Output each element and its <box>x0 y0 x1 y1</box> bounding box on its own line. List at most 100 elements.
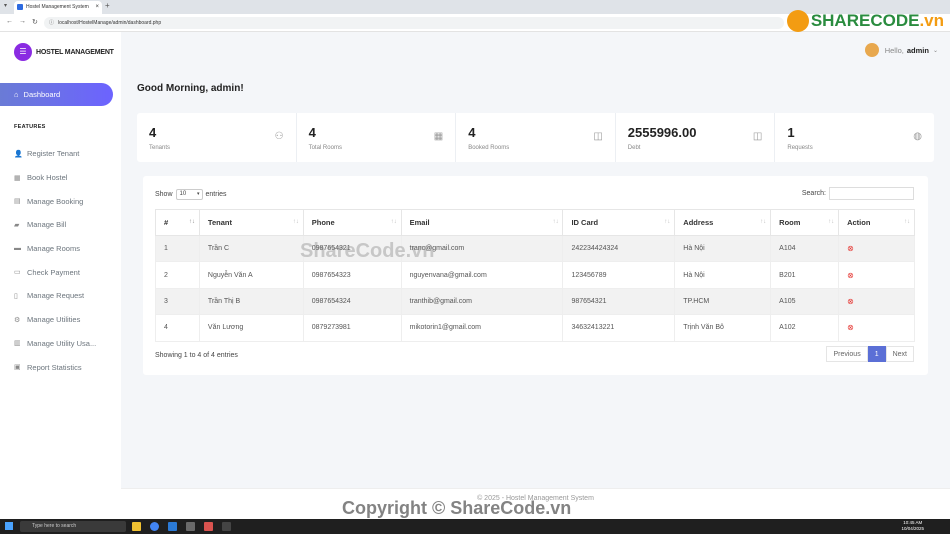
sharecode-logo-text: SHARECODE.vn <box>811 11 944 31</box>
sidebar-item-label: Manage Utility Usa... <box>27 338 97 348</box>
delete-icon[interactable]: ⊗ <box>847 297 854 306</box>
tab-menu-icon[interactable]: ▾ <box>4 2 7 9</box>
reload-icon[interactable]: ↻ <box>32 18 38 26</box>
sidebar-item-label: Register Tenant <box>27 149 80 159</box>
site-info-icon: ⓘ <box>49 20 55 26</box>
column-header-label: Room <box>779 218 801 227</box>
cell-tenant: Văn Lương <box>198 314 304 342</box>
vscode-icon[interactable] <box>168 522 177 531</box>
brand-logo-icon: ☰ <box>14 43 32 61</box>
top-bar: Hello, admin ⌄ <box>121 32 950 72</box>
sidebar-item-manage-rooms[interactable]: ▬ Manage Rooms <box>14 237 96 261</box>
sidebar-item-manage-booking[interactable]: ▤ Manage Booking <box>14 189 96 213</box>
tab-title: Hostel Management System <box>26 4 89 10</box>
delete-icon[interactable]: ⊗ <box>847 323 854 332</box>
sidebar-item-manage-utility-usage[interactable]: ▥ Manage Utility Usa... <box>14 332 96 356</box>
forward-icon[interactable]: → <box>19 18 26 25</box>
column-header-tenant[interactable]: Tenant ↑↓ <box>198 209 304 236</box>
stat-requests: 1 Requests ◍ <box>775 113 934 162</box>
user-plus-icon: 👤 <box>14 150 23 158</box>
column-header-action[interactable]: Action ↑↓ <box>838 209 915 236</box>
stat-tenants: 4 Tenants ⚇ <box>137 113 297 162</box>
delete-icon[interactable]: ⊗ <box>847 271 854 280</box>
browser-tab[interactable]: Hostel Management System × <box>14 1 102 14</box>
stat-label: Requests <box>787 145 813 151</box>
chart-icon: ▥ <box>14 340 21 348</box>
cell-address: TP.HCM <box>674 288 772 316</box>
logo-word: SHARECODE <box>810 11 920 30</box>
sidebar-item-dashboard[interactable]: ⌂ Dashboard <box>0 83 113 106</box>
cell-address: Hà Nội <box>674 261 772 289</box>
column-header-phone[interactable]: Phone ↑↓ <box>302 209 402 236</box>
sidebar-item-manage-request[interactable]: ▯ Manage Request <box>14 284 96 308</box>
tenants-table-card: Show 10 ▾ entries Search: # ↑↓ Tenant ↑↓ Ph… <box>143 176 928 375</box>
cell-email: nguyenvana@gmail.com <box>400 261 564 289</box>
sidebar-item-label: Book Hostel <box>27 173 68 183</box>
chrome-icon[interactable] <box>150 522 159 531</box>
column-header-label: # <box>164 218 169 227</box>
sidebar-item-register-tenant[interactable]: 👤 Register Tenant <box>14 142 96 166</box>
app-icon[interactable] <box>204 522 213 531</box>
chevron-down-icon: ▾ <box>197 191 200 197</box>
stat-value: 4 <box>149 125 157 140</box>
entries-select-value: 10 <box>179 191 187 197</box>
column-header-id-card[interactable]: ID Card ↑↓ <box>562 209 676 236</box>
sidebar-item-manage-utilities[interactable]: ⚙ Manage Utilities <box>14 308 96 332</box>
table-row: 1 Trần C 0987654321 tranc@gmail.com 2422… <box>155 235 915 263</box>
column-header-label: Tenant <box>207 218 232 227</box>
page-button-current[interactable]: 1 <box>867 346 886 362</box>
show-label: Show <box>155 191 173 198</box>
previous-button[interactable]: Previous <box>826 346 868 362</box>
cell-index: 1 <box>155 235 200 263</box>
hello-text: Hello, <box>884 45 904 55</box>
brand[interactable]: ☰ HOSTEL MANAGEMENT <box>14 42 114 62</box>
file-icon: ▯ <box>14 292 18 300</box>
sidebar-menu: 👤 Register Tenant ▦ Book Hostel ▤ Manage Bo… <box>14 142 96 379</box>
user-add-icon: ⚇ <box>274 131 284 142</box>
sort-icon: ↑↓ <box>390 219 397 225</box>
sidebar-item-report-statistics[interactable]: ▣ Report Statistics <box>14 355 96 379</box>
avatar <box>864 43 879 57</box>
cell-tenant: Trần C <box>198 235 304 263</box>
sidebar-item-label: Manage Utilities <box>27 315 81 325</box>
column-header-address[interactable]: Address ↑↓ <box>674 209 772 236</box>
app-icon[interactable] <box>186 522 195 531</box>
sidebar-item-manage-bill[interactable]: ▰ Manage Bill <box>14 213 96 237</box>
entries-length-control: Show 10 ▾ entries <box>155 189 227 200</box>
cell-action: ⊗ <box>838 235 915 263</box>
windows-start-icon[interactable] <box>5 522 13 530</box>
column-header-label: Address <box>683 218 714 227</box>
cell-id-card: 123456789 <box>562 261 676 289</box>
taskbar-search[interactable]: Type here to search <box>20 521 126 532</box>
new-tab-icon[interactable]: + <box>105 1 110 10</box>
book-icon: ▤ <box>14 198 21 206</box>
cell-index: 3 <box>155 288 200 316</box>
folder-icon: ▰ <box>14 221 20 229</box>
close-tab-icon[interactable]: × <box>95 1 99 14</box>
sidebar-item-check-payment[interactable]: ▭ Check Payment <box>14 260 96 284</box>
search-input[interactable] <box>829 187 914 200</box>
back-icon[interactable]: ← <box>6 18 13 25</box>
terminal-icon[interactable] <box>222 522 231 531</box>
sidebar-item-book-hostel[interactable]: ▦ Book Hostel <box>14 166 96 190</box>
os-taskbar: Type here to search 10:45 AM 10/04/2025 <box>0 519 950 534</box>
sharecode-watermark-logo: SHARECODE.vn <box>786 10 944 32</box>
entries-select[interactable]: 10 ▾ <box>175 189 203 200</box>
url-field[interactable]: ⓘ localhost/HostelManage/admin/dashboard… <box>44 17 784 29</box>
column-header-room[interactable]: Room ↑↓ <box>770 209 840 236</box>
features-heading: FEATURES <box>14 124 46 130</box>
delete-icon[interactable]: ⊗ <box>847 244 854 253</box>
brand-name: HOSTEL MANAGEMENT <box>36 48 114 56</box>
bed-icon: ▬ <box>14 245 21 253</box>
cell-room: A105 <box>770 288 840 316</box>
user-menu[interactable]: Hello, admin ⌄ <box>864 43 938 57</box>
sort-asc-icon: ↑↓ <box>188 219 195 225</box>
file-explorer-icon[interactable] <box>132 522 141 531</box>
next-button[interactable]: Next <box>885 346 914 362</box>
column-header-label: Phone <box>311 218 335 227</box>
column-header-email[interactable]: Email ↑↓ <box>400 209 564 236</box>
stat-total-rooms: 4 Total Rooms ▦ <box>297 113 457 162</box>
column-header-index[interactable]: # ↑↓ <box>155 209 200 236</box>
taskbar-clock[interactable]: 10:45 AM 10/04/2025 <box>901 520 924 532</box>
sidebar-item-label: Manage Bill <box>27 220 67 230</box>
